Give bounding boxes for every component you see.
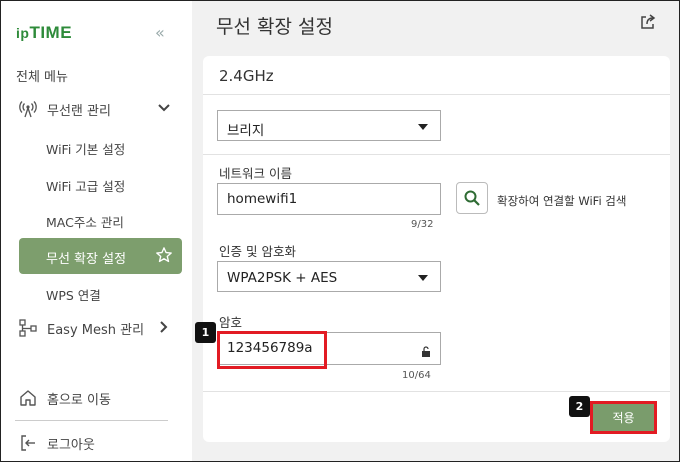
logo-time-text: TIME: [29, 23, 73, 42]
nav-logout[interactable]: 로그아웃: [1, 429, 192, 457]
auth-label: 인증 및 암호화: [219, 244, 296, 259]
password-highlight-box: [217, 331, 327, 369]
sidebar-divider: [15, 420, 168, 421]
mesh-icon: [18, 318, 38, 338]
settings-card: 2.4GHz 브리지 네트워크 이름 homewifi1 9/32 확장하여 연…: [203, 56, 670, 442]
sidebar: ipTIME « 전체 메뉴 무선랜 관리 WiFi 기본 설정 WiFi 고급…: [1, 1, 192, 461]
menu-title: 전체 메뉴: [16, 70, 68, 85]
step-badge-1: 1: [195, 322, 216, 343]
network-name-input[interactable]: homewifi1: [217, 183, 441, 215]
card-title: 2.4GHz: [219, 67, 274, 85]
password-counter: 10/64: [402, 370, 431, 381]
auth-select[interactable]: WPA2PSK + AES: [217, 261, 441, 292]
nav-home-label: 홈으로 이동: [47, 392, 111, 408]
search-icon: [464, 190, 480, 206]
sidebar-item-wireless-extension-label: 무선 확장 설정: [46, 252, 127, 267]
nav-easy-mesh-label: Easy Mesh 관리: [47, 322, 145, 338]
card-divider: [203, 94, 670, 95]
export-icon[interactable]: [639, 13, 657, 35]
double-chevron-left-icon[interactable]: «: [155, 23, 165, 42]
page-title: 무선 확장 설정: [216, 16, 333, 38]
lock-icon[interactable]: [421, 345, 431, 361]
nav-wireless-lan[interactable]: 무선랜 관리: [1, 95, 192, 123]
chevron-right-icon[interactable]: [157, 320, 171, 338]
network-name-value: homewifi1: [227, 191, 298, 207]
wifi-search-button[interactable]: [456, 182, 488, 214]
sidebar-item-wifi-advanced[interactable]: WiFi 고급 설정: [46, 176, 125, 195]
nav-easy-mesh[interactable]: Easy Mesh 관리: [1, 314, 192, 342]
password-label: 암호: [219, 315, 243, 330]
mode-select[interactable]: 브리지: [217, 110, 441, 141]
nav-wireless-lan-label: 무선랜 관리: [47, 103, 111, 119]
apply-button[interactable]: 적용: [590, 401, 657, 434]
sidebar-item-wifi-basic[interactable]: WiFi 기본 설정: [46, 139, 125, 158]
network-name-counter: 9/32: [411, 219, 434, 230]
nav-logout-label: 로그아웃: [47, 437, 95, 453]
network-name-label: 네트워크 이름: [219, 166, 292, 181]
sidebar-item-mac-address[interactable]: MAC주소 관리: [46, 212, 124, 231]
nav-home[interactable]: 홈으로 이동: [1, 384, 192, 412]
home-icon: [18, 388, 38, 408]
card-divider: [203, 154, 670, 155]
step-badge-2: 2: [569, 396, 590, 417]
auth-select-value: WPA2PSK + AES: [227, 270, 338, 286]
caret-down-icon: [418, 275, 428, 281]
chevron-down-icon[interactable]: [157, 101, 171, 119]
sidebar-item-wireless-extension[interactable]: 무선 확장 설정: [19, 238, 182, 274]
caret-down-icon: [418, 124, 428, 130]
logo-ip-text: ip: [16, 25, 30, 41]
antenna-icon: [18, 99, 38, 119]
app-window: ipTIME « 전체 메뉴 무선랜 관리 WiFi 기본 설정 WiFi 고급…: [0, 0, 680, 462]
main-content: 무선 확장 설정 2.4GHz 브리지 네트워크 이름 homewifi1 9/…: [192, 1, 679, 461]
sidebar-item-wps[interactable]: WPS 연결: [46, 285, 101, 304]
wifi-search-label: 확장하여 연결할 WiFi 검색: [497, 194, 627, 208]
star-icon[interactable]: [155, 246, 173, 268]
mode-select-value: 브리지: [227, 123, 265, 139]
card-divider: [203, 391, 670, 392]
logout-icon: [18, 433, 38, 453]
iptime-logo[interactable]: ipTIME: [16, 23, 72, 43]
